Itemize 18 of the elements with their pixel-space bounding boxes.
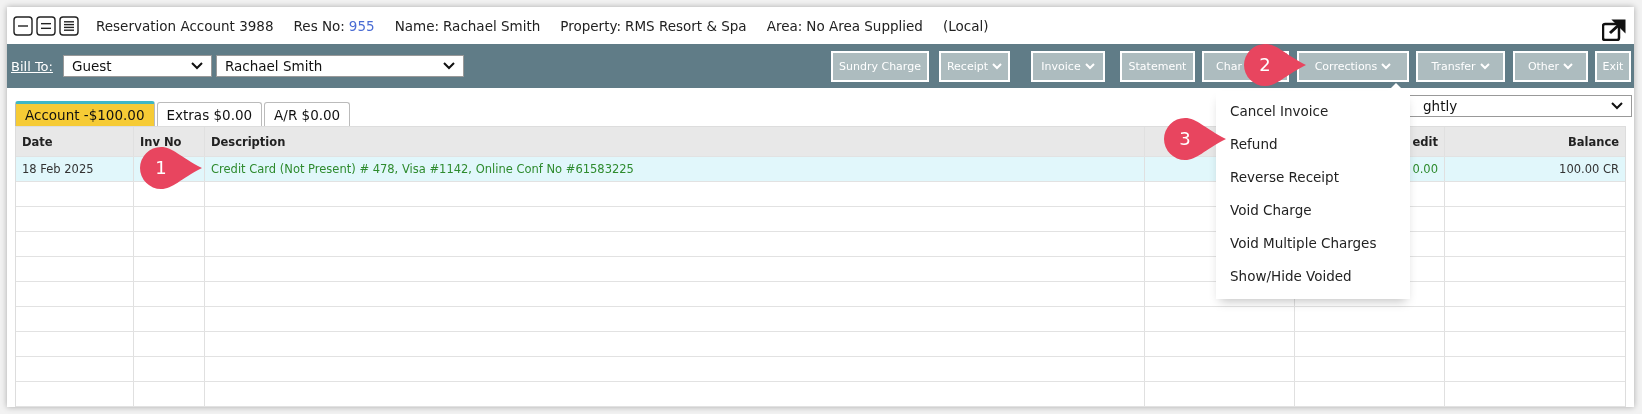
field-value: RMS Resort & Spa xyxy=(625,17,747,34)
table-cell: 18 Feb 2025 xyxy=(16,157,134,181)
field-label: Res No: xyxy=(293,17,345,34)
location-note: (Local) xyxy=(942,17,989,34)
column-header: Date xyxy=(16,127,134,156)
field-label: Property: xyxy=(560,17,621,34)
step-callout-tooltip: 3 xyxy=(1164,118,1226,160)
field-label: Area: xyxy=(766,17,803,34)
field-value: Rachael Smith xyxy=(443,17,541,34)
account-title: Reservation Account 3988 xyxy=(96,17,274,34)
step-callout-tooltip: 1 xyxy=(140,147,202,189)
table-cell-text: 100.00 CR xyxy=(1558,161,1620,178)
field-value: No Area Supplied xyxy=(806,17,923,34)
field-label: Name: xyxy=(394,17,440,34)
step-callout-tooltip: 2 xyxy=(1244,44,1306,86)
column-header: Balance xyxy=(1566,133,1620,151)
table-cell: Credit Card (Not Present) # 478, Visa #1142, Online Conf No #61583225 xyxy=(205,157,1145,181)
column-header: Description xyxy=(205,127,1145,156)
